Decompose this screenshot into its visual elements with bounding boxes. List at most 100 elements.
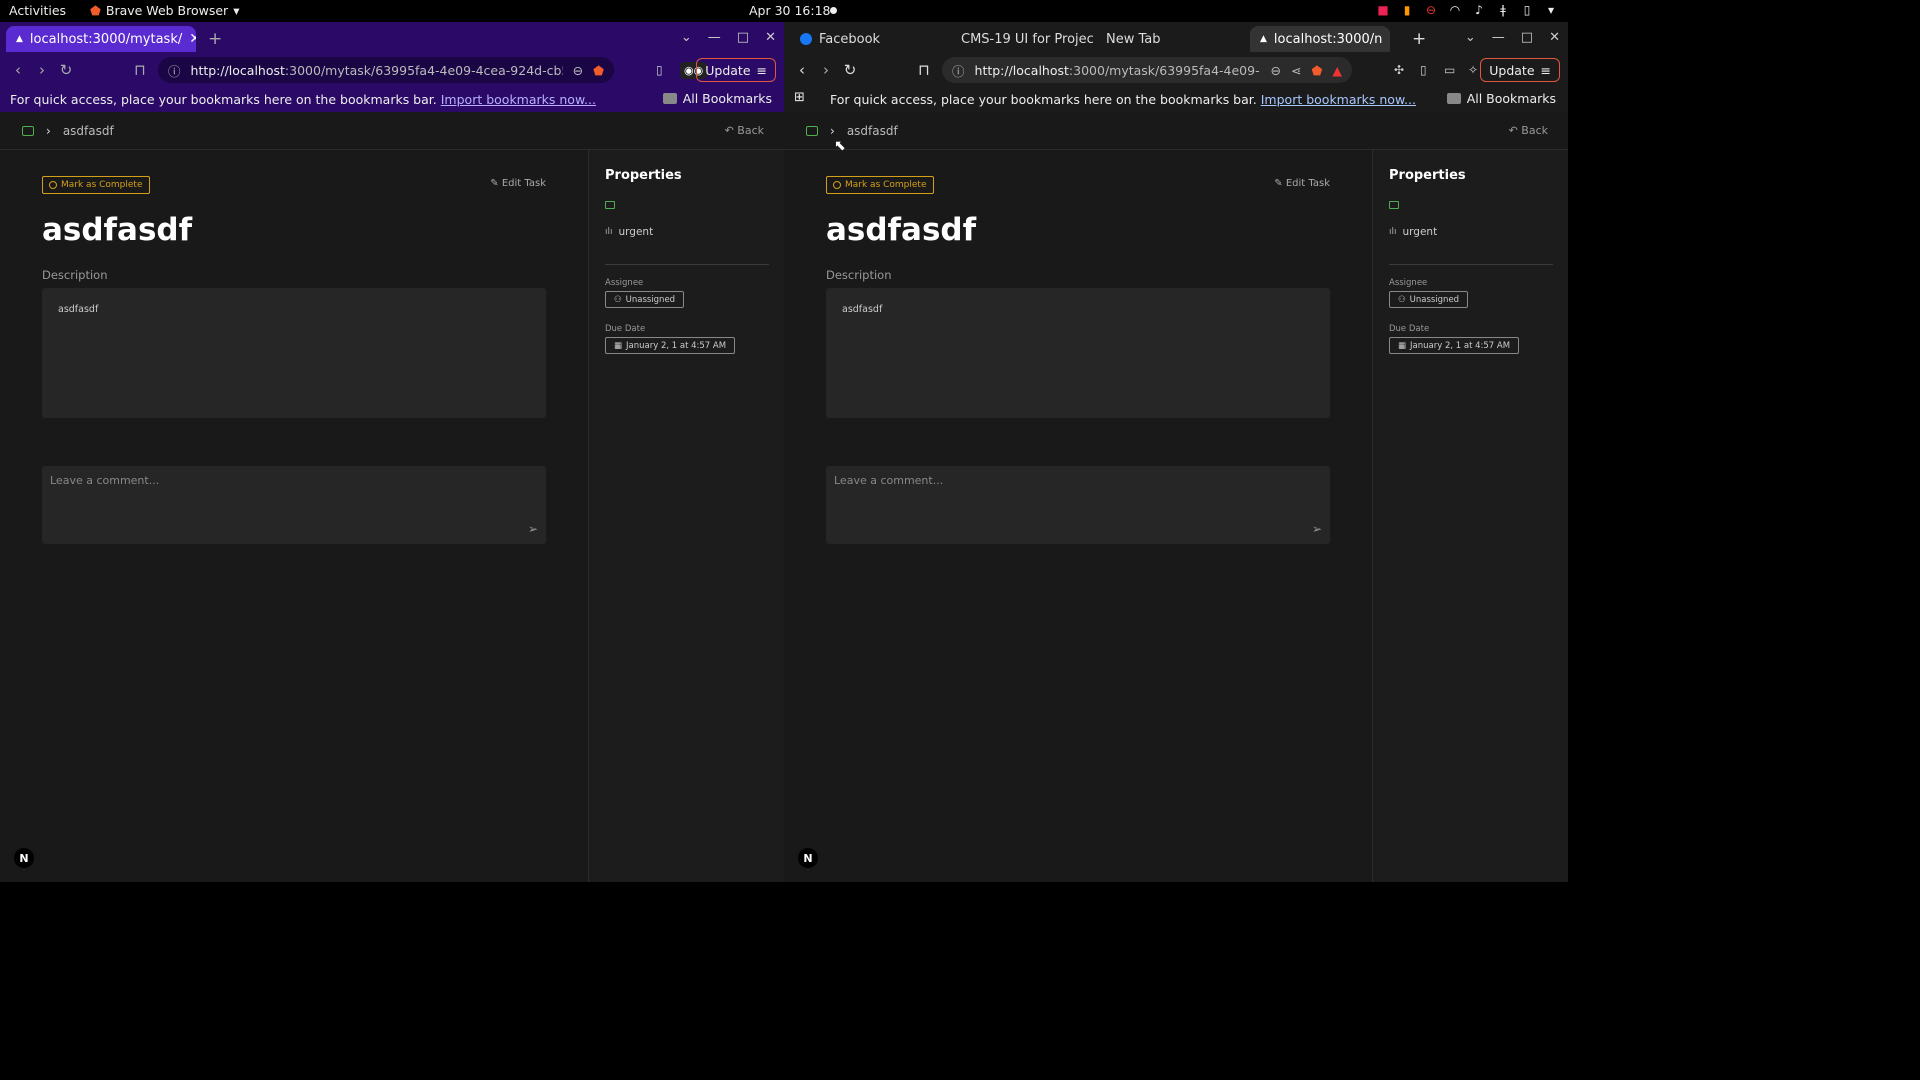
edit-task-button[interactable]: ✎ Edit Task <box>490 178 546 189</box>
due-date-button[interactable]: ▦ January 2, 1 at 4:57 AM <box>1389 337 1520 354</box>
address-bar[interactable]: ⓘ http://localhost:3000/mytask/63995fa4-… <box>942 57 1352 83</box>
apps-grid-icon[interactable]: ⊞ <box>794 90 805 105</box>
all-bookmarks-label: All Bookmarks <box>682 91 772 106</box>
folder-icon[interactable] <box>1389 201 1399 209</box>
wallet-icon[interactable]: ▭ <box>1444 63 1455 77</box>
send-icon[interactable]: ➢ <box>528 522 538 536</box>
back-icon[interactable]: ‹ <box>790 61 814 79</box>
window-controls: ⌄ — □ ✕ <box>681 30 776 45</box>
bookmark-icon[interactable]: ⊓ <box>128 61 152 79</box>
new-tab-icon[interactable]: + <box>208 29 222 49</box>
tab-list-icon[interactable]: ⌄ <box>1465 30 1476 45</box>
folder-icon[interactable] <box>605 201 615 209</box>
tab-list-icon[interactable]: ⌄ <box>681 30 692 45</box>
close-tab-icon[interactable]: ✕ <box>189 31 196 47</box>
priority-label: urgent <box>1402 226 1438 238</box>
description-label: Description <box>826 268 892 282</box>
clock[interactable]: Apr 30 16:18 <box>749 3 831 18</box>
reload-icon[interactable]: ↻ <box>54 61 78 79</box>
edit-task-label: Edit Task <box>501 178 546 189</box>
tab-facebook[interactable]: Facebook <box>790 26 940 52</box>
chevron-right-icon: › <box>830 123 835 138</box>
mark-complete-label: Mark as Complete <box>845 180 927 190</box>
send-icon[interactable]: ➢ <box>1312 522 1322 536</box>
close-window-icon[interactable]: ✕ <box>765 30 776 45</box>
mark-complete-label: Mark as Complete <box>61 180 143 190</box>
comment-input[interactable]: Leave a comment... ➢ <box>826 466 1330 544</box>
forward-icon[interactable]: › <box>30 61 54 79</box>
task-main: Mark as Complete ✎ Edit Task asdfasdf De… <box>784 150 1372 882</box>
user-icon: ⚇ <box>614 294 622 305</box>
minimize-icon[interactable]: — <box>1492 30 1505 45</box>
zoom-icon[interactable]: ⊖ <box>573 63 583 78</box>
rewards-icon[interactable]: ▲ <box>1332 63 1342 78</box>
maximize-icon[interactable]: □ <box>737 30 749 45</box>
bookmark-icon[interactable]: ⊓ <box>912 61 936 79</box>
import-bookmarks-link[interactable]: Import bookmarks now... <box>441 92 596 107</box>
import-bookmarks-link[interactable]: Import bookmarks now... <box>1261 92 1416 107</box>
back-icon[interactable]: ‹ <box>6 61 30 79</box>
next-logo[interactable]: N <box>798 848 818 868</box>
sidebar-icon[interactable]: ▯ <box>656 63 663 77</box>
reload-icon[interactable]: ↻ <box>838 61 862 79</box>
breadcrumb-item[interactable]: asdfasdf <box>847 124 898 138</box>
assignee-button[interactable]: ⚇ Unassigned <box>1389 291 1469 308</box>
update-button[interactable]: Update ≡ <box>1480 58 1560 82</box>
assignee-button[interactable]: ⚇ Unassigned <box>605 291 685 308</box>
description-box: asdfasdf <box>826 288 1330 418</box>
app-indicator-icon: ▮ <box>1403 3 1411 17</box>
notification-dot <box>830 7 837 14</box>
info-icon[interactable]: ⓘ <box>952 61 965 80</box>
mark-complete-button[interactable]: Mark as Complete <box>826 176 934 194</box>
update-button[interactable]: Update ≡ <box>696 58 776 82</box>
back-button[interactable]: ↶ Back <box>725 124 764 137</box>
priority[interactable]: ılı urgent <box>605 226 653 238</box>
edit-task-button[interactable]: ✎ Edit Task <box>1274 178 1330 189</box>
mark-complete-button[interactable]: Mark as Complete <box>42 176 150 194</box>
share-icon[interactable]: ⋖ <box>1291 63 1301 78</box>
url-text[interactable]: http://localhost:3000/mytask/63995fa4-4e… <box>975 63 1261 78</box>
all-bookmarks-button[interactable]: All Bookmarks <box>662 91 772 106</box>
zoom-icon[interactable]: ⊖ <box>1271 63 1281 78</box>
new-tab-icon[interactable]: + <box>1412 29 1426 49</box>
leo-icon[interactable]: ✧ <box>1468 63 1478 77</box>
activities-button[interactable]: Activities <box>9 3 66 18</box>
close-window-icon[interactable]: ✕ <box>1549 30 1560 45</box>
tab-localhost[interactable]: ▲ localhost:3000/mytask/ ✕ <box>6 26 196 52</box>
properties-panel: Properties ılı urgent Assignee ⚇ Unassigne… <box>1372 150 1568 882</box>
comment-placeholder: Leave a comment... <box>834 474 944 487</box>
tab-localhost[interactable]: ▲ localhost:3000/n ✕ <box>1250 26 1390 52</box>
folder-icon[interactable] <box>806 125 818 136</box>
forward-icon[interactable]: › <box>814 61 838 79</box>
folder-icon[interactable] <box>22 125 34 136</box>
system-tray[interactable]: ■ ▮ ⊖ ◠ ♪ ǂ ▯ ▾ <box>1376 3 1558 17</box>
minimize-icon[interactable]: — <box>708 30 721 45</box>
extensions-icon[interactable]: ✣ <box>1394 63 1404 77</box>
tab-bar: ▲ localhost:3000/mytask/ ✕ + ⌄ — □ ✕ <box>0 22 784 54</box>
tab-label: localhost:3000/n <box>1273 31 1383 47</box>
next-logo[interactable]: N <box>14 848 34 868</box>
brave-shields-icon[interactable]: ⬟ <box>1312 63 1323 78</box>
address-bar[interactable]: ⓘ http://localhost:3000/mytask/63995fa4-… <box>158 57 614 83</box>
tab-new-tab[interactable]: New Tab <box>1096 26 1246 52</box>
maximize-icon[interactable]: □ <box>1521 30 1533 45</box>
priority[interactable]: ılı urgent <box>1389 226 1437 238</box>
brave-shields-icon[interactable]: ⬟ <box>593 63 604 78</box>
system-top-bar: Activities ⬟ Brave Web Browser ▾ Apr 30 … <box>0 0 1568 22</box>
no-entry-icon: ⊖ <box>1425 3 1437 17</box>
description-box: asdfasdf <box>42 288 546 418</box>
close-tab-icon[interactable]: ✕ <box>1389 31 1390 47</box>
app-menu[interactable]: ⬟ Brave Web Browser ▾ <box>90 3 239 18</box>
tab-label: Facebook <box>819 31 881 47</box>
due-date-button[interactable]: ▦ January 2, 1 at 4:57 AM <box>605 337 736 354</box>
url-text[interactable]: http://localhost:3000/mytask/63995fa4-4e… <box>191 63 563 78</box>
divider <box>605 264 769 265</box>
info-icon[interactable]: ⓘ <box>168 61 181 80</box>
comment-input[interactable]: Leave a comment... ➢ <box>42 466 546 544</box>
sidebar-icon[interactable]: ▯ <box>1420 63 1427 77</box>
tab-cms[interactable]: CMS-19 UI for Projec <box>944 26 1094 52</box>
url-path: :3000/mytask/63995fa4-4e09-4cea-924d-cb5… <box>284 62 563 78</box>
all-bookmarks-button[interactable]: All Bookmarks <box>1446 91 1556 106</box>
back-button[interactable]: ↶ Back <box>1509 124 1548 137</box>
breadcrumb-item[interactable]: asdfasdf <box>63 124 114 138</box>
